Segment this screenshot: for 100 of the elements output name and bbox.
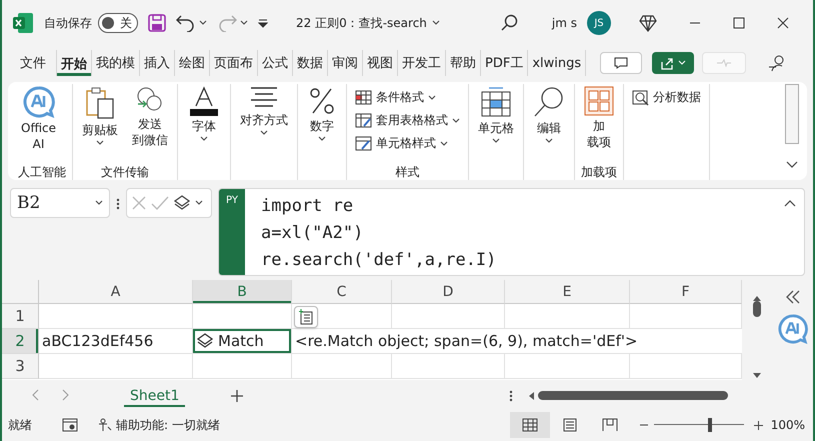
ribbon-button[interactable]: 剪贴板 (79, 84, 121, 164)
coauthor-icon[interactable] (768, 54, 786, 72)
table-cell[interactable]: aBC123dEf456 (39, 329, 193, 354)
table-cell[interactable] (505, 354, 630, 379)
caret-icon (195, 200, 203, 206)
cells-icon (479, 86, 513, 118)
ribbon-button[interactable]: Office AI (18, 84, 60, 164)
caret-icon (678, 60, 686, 66)
chevron-left-icon (32, 389, 38, 401)
ribbon-button[interactable]: 发送 到微信 (129, 84, 171, 164)
code-editor[interactable]: PY import re a=xl("A2") re.search('def',a,re.I) (218, 188, 805, 276)
ribbon-tab[interactable]: 文件 (10, 50, 57, 76)
caret-icon (492, 138, 500, 144)
document-title[interactable]: 22 正则0：查找-search (296, 14, 440, 32)
column-header[interactable]: C (292, 280, 392, 304)
close-icon[interactable] (777, 17, 790, 29)
zoom-in-icon[interactable] (754, 420, 763, 430)
table-cell[interactable] (392, 354, 505, 379)
table-cell[interactable] (292, 304, 392, 329)
save-button[interactable] (148, 12, 166, 34)
ribbon-button[interactable]: 字体 (184, 84, 224, 164)
row-header[interactable]: 3 (2, 354, 39, 379)
name-box[interactable]: B2 (10, 188, 110, 218)
comments-button[interactable] (600, 52, 642, 74)
search-icon[interactable] (500, 14, 518, 32)
ribbon-tab[interactable]: 公式 (258, 50, 293, 76)
accessibility-icon[interactable] (98, 418, 112, 432)
more-icon[interactable] (116, 198, 120, 210)
group-label: 文件传输 (100, 164, 150, 180)
layers-icon[interactable] (173, 195, 191, 211)
table-cell[interactable] (505, 304, 630, 329)
table-cell[interactable] (392, 304, 505, 329)
pulse-icon (716, 59, 732, 67)
maximize-icon[interactable] (733, 17, 746, 29)
share-button[interactable] (652, 52, 694, 74)
share-icon (660, 56, 674, 70)
table-cell[interactable] (193, 354, 292, 379)
chevron-down-icon (786, 161, 798, 169)
chevron-right-icon (62, 389, 68, 401)
scroll-thumb[interactable] (538, 391, 728, 400)
ribbon-button[interactable]: 套用表格格式 (353, 111, 462, 130)
ribbon-tab[interactable]: 视图 (363, 50, 398, 76)
ribbon-button[interactable]: 对齐方式 (237, 84, 291, 164)
ribbon-button[interactable]: 单元格 (475, 84, 517, 164)
ribbon-tab[interactable]: xlwings (528, 50, 586, 76)
ribbon-tab[interactable]: 开发工 (398, 50, 446, 76)
macro-recorder-icon[interactable] (62, 418, 78, 432)
table-format-icon (355, 113, 372, 128)
row-header[interactable]: 2 (2, 329, 39, 354)
ribbon-tab[interactable]: 开始 (57, 50, 92, 76)
column-header[interactable]: D (392, 280, 505, 304)
cell-text: <re.Match object; span=(6, 9), match='dEf'> (295, 332, 638, 350)
column-header[interactable]: A (39, 280, 193, 304)
autosave-toggle[interactable]: 关 (98, 13, 138, 33)
add-sheet-icon[interactable] (231, 390, 244, 402)
ribbon-tab[interactable]: 帮助 (446, 50, 481, 76)
down-arrow-icon[interactable] (753, 373, 761, 378)
table-cell[interactable] (39, 304, 193, 329)
user-avatar[interactable]: JS (587, 11, 612, 35)
collapse-icon[interactable] (784, 199, 796, 207)
ribbon-button[interactable]: 条件格式 (353, 88, 462, 107)
ribbon-tab[interactable]: 审阅 (328, 50, 363, 76)
row-header[interactable]: 1 (2, 304, 39, 329)
user-name[interactable]: jm s (552, 16, 578, 30)
zoom-level[interactable]: 100% (770, 418, 805, 432)
zoom-thumb[interactable] (708, 418, 712, 432)
accessibility-status[interactable]: 辅助功能: 一切就绪 (116, 416, 220, 434)
ribbon-tab[interactable]: 绘图 (175, 50, 210, 76)
table-cell[interactable]: <re.Match object; span=(6, 9), match='dEf'> (292, 329, 742, 354)
column-header[interactable]: B (193, 280, 292, 304)
ribbon-tab[interactable]: PDF工 (481, 50, 528, 76)
check-icon[interactable] (151, 195, 169, 211)
collapse-pane-icon[interactable] (784, 290, 800, 304)
up-arrow-icon[interactable] (753, 296, 761, 301)
ribbon-button[interactable]: 分析数据 (630, 88, 703, 107)
python-object-icon (196, 333, 214, 349)
ribbon-tab[interactable]: 页面布 (210, 50, 258, 76)
diamond-icon[interactable] (639, 14, 658, 32)
group-label: 人工智能 (18, 164, 66, 180)
ribbon-button[interactable]: 编辑 (530, 84, 568, 164)
view-button[interactable] (510, 412, 550, 438)
left-arrow-icon[interactable] (529, 392, 534, 400)
table-cell[interactable] (292, 354, 392, 379)
table-cell[interactable] (39, 354, 193, 379)
ribbon-tab[interactable]: 数据 (293, 50, 328, 76)
table-cell[interactable] (193, 304, 292, 329)
table-cell[interactable]: Match (193, 329, 292, 354)
more-icon[interactable] (509, 390, 513, 402)
ribbon-tab[interactable]: 我的模 (92, 50, 140, 76)
ribbon-tab[interactable]: 插入 (140, 50, 175, 76)
ribbon-button[interactable]: 数字 (304, 84, 340, 164)
insert-data-button[interactable] (294, 306, 318, 328)
autosave-label: 自动保存 (44, 14, 92, 32)
column-header[interactable]: E (505, 280, 630, 304)
column-header[interactable]: F (630, 280, 742, 304)
ribbon-button[interactable]: 单元格样式 (353, 134, 462, 153)
ai-bubble-icon[interactable] (778, 314, 808, 344)
caret-icon (96, 140, 104, 146)
sheet-tab[interactable]: Sheet1 (124, 384, 186, 406)
ribbon-button[interactable]: 加 载项 (581, 84, 617, 164)
